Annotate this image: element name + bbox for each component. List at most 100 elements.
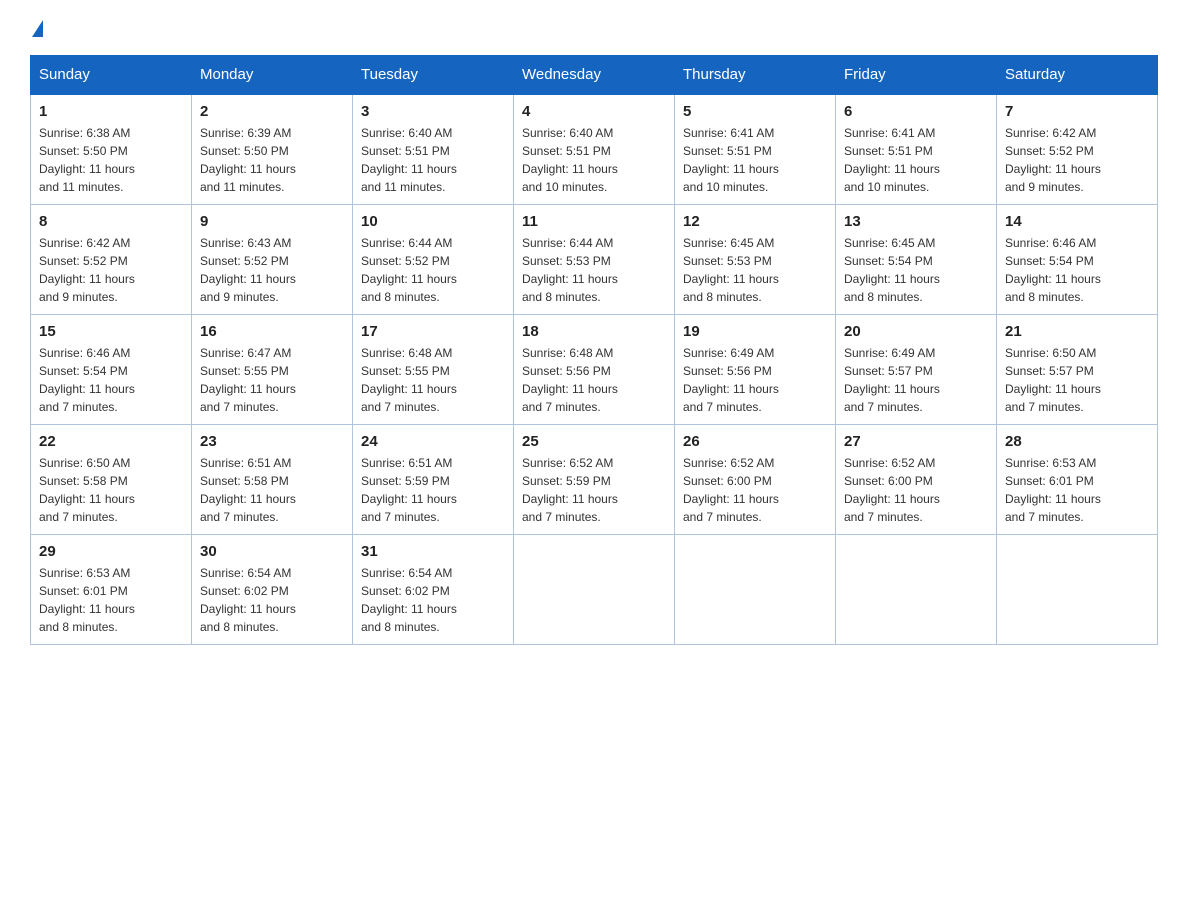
day-number: 19: [683, 323, 827, 340]
day-cell: 3 Sunrise: 6:40 AM Sunset: 5:51 PM Dayli…: [353, 94, 514, 205]
day-info: Sunrise: 6:44 AM Sunset: 5:53 PM Dayligh…: [522, 234, 666, 306]
logo-triangle-icon: [32, 20, 43, 37]
day-info: Sunrise: 6:45 AM Sunset: 5:54 PM Dayligh…: [844, 234, 988, 306]
day-number: 7: [1005, 103, 1149, 120]
day-cell: 14 Sunrise: 6:46 AM Sunset: 5:54 PM Dayl…: [997, 205, 1158, 315]
day-info: Sunrise: 6:43 AM Sunset: 5:52 PM Dayligh…: [200, 234, 344, 306]
day-cell: 5 Sunrise: 6:41 AM Sunset: 5:51 PM Dayli…: [675, 94, 836, 205]
day-info: Sunrise: 6:45 AM Sunset: 5:53 PM Dayligh…: [683, 234, 827, 306]
header-row: SundayMondayTuesdayWednesdayThursdayFrid…: [31, 56, 1158, 95]
day-info: Sunrise: 6:46 AM Sunset: 5:54 PM Dayligh…: [1005, 234, 1149, 306]
day-cell: 21 Sunrise: 6:50 AM Sunset: 5:57 PM Dayl…: [997, 315, 1158, 425]
day-cell: 8 Sunrise: 6:42 AM Sunset: 5:52 PM Dayli…: [31, 205, 192, 315]
day-number: 12: [683, 213, 827, 230]
day-cell: 26 Sunrise: 6:52 AM Sunset: 6:00 PM Dayl…: [675, 425, 836, 535]
day-info: Sunrise: 6:39 AM Sunset: 5:50 PM Dayligh…: [200, 124, 344, 196]
day-number: 15: [39, 323, 183, 340]
header-cell-saturday: Saturday: [997, 56, 1158, 95]
calendar-table: SundayMondayTuesdayWednesdayThursdayFrid…: [30, 55, 1158, 645]
day-cell: 2 Sunrise: 6:39 AM Sunset: 5:50 PM Dayli…: [192, 94, 353, 205]
logo: [30, 20, 43, 35]
day-number: 26: [683, 433, 827, 450]
day-info: Sunrise: 6:49 AM Sunset: 5:56 PM Dayligh…: [683, 344, 827, 416]
day-cell: 9 Sunrise: 6:43 AM Sunset: 5:52 PM Dayli…: [192, 205, 353, 315]
header-cell-monday: Monday: [192, 56, 353, 95]
day-number: 11: [522, 213, 666, 230]
day-cell: [675, 535, 836, 645]
week-row-5: 29 Sunrise: 6:53 AM Sunset: 6:01 PM Dayl…: [31, 535, 1158, 645]
day-info: Sunrise: 6:54 AM Sunset: 6:02 PM Dayligh…: [361, 564, 505, 636]
day-cell: 23 Sunrise: 6:51 AM Sunset: 5:58 PM Dayl…: [192, 425, 353, 535]
day-cell: 17 Sunrise: 6:48 AM Sunset: 5:55 PM Dayl…: [353, 315, 514, 425]
day-info: Sunrise: 6:52 AM Sunset: 6:00 PM Dayligh…: [683, 454, 827, 526]
day-number: 9: [200, 213, 344, 230]
day-number: 25: [522, 433, 666, 450]
day-cell: 30 Sunrise: 6:54 AM Sunset: 6:02 PM Dayl…: [192, 535, 353, 645]
day-cell: 22 Sunrise: 6:50 AM Sunset: 5:58 PM Dayl…: [31, 425, 192, 535]
day-cell: 15 Sunrise: 6:46 AM Sunset: 5:54 PM Dayl…: [31, 315, 192, 425]
week-row-2: 8 Sunrise: 6:42 AM Sunset: 5:52 PM Dayli…: [31, 205, 1158, 315]
day-number: 20: [844, 323, 988, 340]
day-cell: 29 Sunrise: 6:53 AM Sunset: 6:01 PM Dayl…: [31, 535, 192, 645]
day-info: Sunrise: 6:38 AM Sunset: 5:50 PM Dayligh…: [39, 124, 183, 196]
day-cell: 4 Sunrise: 6:40 AM Sunset: 5:51 PM Dayli…: [514, 94, 675, 205]
week-row-1: 1 Sunrise: 6:38 AM Sunset: 5:50 PM Dayli…: [31, 94, 1158, 205]
day-cell: 7 Sunrise: 6:42 AM Sunset: 5:52 PM Dayli…: [997, 94, 1158, 205]
day-number: 8: [39, 213, 183, 230]
day-info: Sunrise: 6:52 AM Sunset: 6:00 PM Dayligh…: [844, 454, 988, 526]
day-cell: [997, 535, 1158, 645]
day-info: Sunrise: 6:48 AM Sunset: 5:55 PM Dayligh…: [361, 344, 505, 416]
day-cell: 16 Sunrise: 6:47 AM Sunset: 5:55 PM Dayl…: [192, 315, 353, 425]
day-number: 5: [683, 103, 827, 120]
day-info: Sunrise: 6:42 AM Sunset: 5:52 PM Dayligh…: [39, 234, 183, 306]
day-cell: 19 Sunrise: 6:49 AM Sunset: 5:56 PM Dayl…: [675, 315, 836, 425]
day-info: Sunrise: 6:52 AM Sunset: 5:59 PM Dayligh…: [522, 454, 666, 526]
week-row-3: 15 Sunrise: 6:46 AM Sunset: 5:54 PM Dayl…: [31, 315, 1158, 425]
day-info: Sunrise: 6:48 AM Sunset: 5:56 PM Dayligh…: [522, 344, 666, 416]
header-cell-wednesday: Wednesday: [514, 56, 675, 95]
header-cell-friday: Friday: [836, 56, 997, 95]
day-number: 24: [361, 433, 505, 450]
day-info: Sunrise: 6:53 AM Sunset: 6:01 PM Dayligh…: [39, 564, 183, 636]
day-cell: 27 Sunrise: 6:52 AM Sunset: 6:00 PM Dayl…: [836, 425, 997, 535]
page-header: [30, 20, 1158, 35]
day-cell: [836, 535, 997, 645]
day-cell: 12 Sunrise: 6:45 AM Sunset: 5:53 PM Dayl…: [675, 205, 836, 315]
day-number: 23: [200, 433, 344, 450]
day-cell: 31 Sunrise: 6:54 AM Sunset: 6:02 PM Dayl…: [353, 535, 514, 645]
day-cell: 28 Sunrise: 6:53 AM Sunset: 6:01 PM Dayl…: [997, 425, 1158, 535]
day-number: 6: [844, 103, 988, 120]
day-info: Sunrise: 6:46 AM Sunset: 5:54 PM Dayligh…: [39, 344, 183, 416]
day-info: Sunrise: 6:53 AM Sunset: 6:01 PM Dayligh…: [1005, 454, 1149, 526]
day-number: 27: [844, 433, 988, 450]
day-info: Sunrise: 6:41 AM Sunset: 5:51 PM Dayligh…: [683, 124, 827, 196]
day-cell: 1 Sunrise: 6:38 AM Sunset: 5:50 PM Dayli…: [31, 94, 192, 205]
day-info: Sunrise: 6:51 AM Sunset: 5:58 PM Dayligh…: [200, 454, 344, 526]
day-number: 31: [361, 543, 505, 560]
week-row-4: 22 Sunrise: 6:50 AM Sunset: 5:58 PM Dayl…: [31, 425, 1158, 535]
header-cell-thursday: Thursday: [675, 56, 836, 95]
day-number: 3: [361, 103, 505, 120]
header-cell-tuesday: Tuesday: [353, 56, 514, 95]
day-number: 22: [39, 433, 183, 450]
day-number: 29: [39, 543, 183, 560]
day-info: Sunrise: 6:40 AM Sunset: 5:51 PM Dayligh…: [361, 124, 505, 196]
day-info: Sunrise: 6:44 AM Sunset: 5:52 PM Dayligh…: [361, 234, 505, 306]
day-info: Sunrise: 6:50 AM Sunset: 5:57 PM Dayligh…: [1005, 344, 1149, 416]
day-cell: 20 Sunrise: 6:49 AM Sunset: 5:57 PM Dayl…: [836, 315, 997, 425]
day-cell: 10 Sunrise: 6:44 AM Sunset: 5:52 PM Dayl…: [353, 205, 514, 315]
day-cell: 18 Sunrise: 6:48 AM Sunset: 5:56 PM Dayl…: [514, 315, 675, 425]
day-info: Sunrise: 6:47 AM Sunset: 5:55 PM Dayligh…: [200, 344, 344, 416]
day-info: Sunrise: 6:50 AM Sunset: 5:58 PM Dayligh…: [39, 454, 183, 526]
day-number: 10: [361, 213, 505, 230]
day-number: 28: [1005, 433, 1149, 450]
day-number: 2: [200, 103, 344, 120]
day-number: 4: [522, 103, 666, 120]
day-cell: 24 Sunrise: 6:51 AM Sunset: 5:59 PM Dayl…: [353, 425, 514, 535]
day-number: 30: [200, 543, 344, 560]
day-info: Sunrise: 6:51 AM Sunset: 5:59 PM Dayligh…: [361, 454, 505, 526]
header-cell-sunday: Sunday: [31, 56, 192, 95]
day-cell: 25 Sunrise: 6:52 AM Sunset: 5:59 PM Dayl…: [514, 425, 675, 535]
day-number: 13: [844, 213, 988, 230]
day-number: 21: [1005, 323, 1149, 340]
